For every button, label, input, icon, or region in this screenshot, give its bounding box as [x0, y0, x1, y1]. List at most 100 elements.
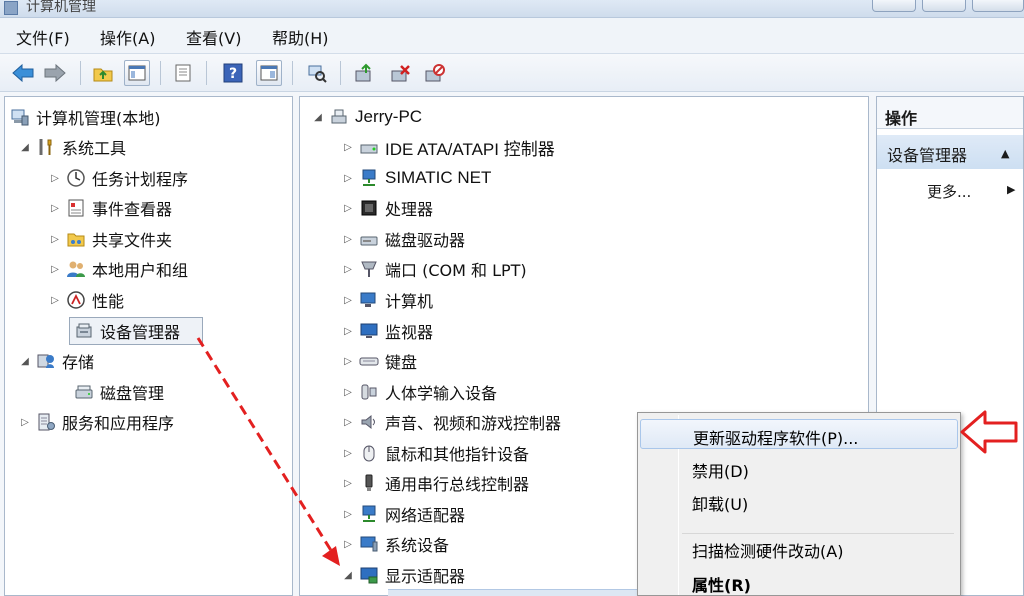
- up-folder-icon[interactable]: [90, 60, 116, 86]
- collapsed-triangle-icon[interactable]: ▷: [342, 538, 354, 550]
- collapse-triangle-icon[interactable]: ▲: [1001, 147, 1009, 160]
- actions-title: 操作: [885, 109, 918, 128]
- tree-item-disk-management[interactable]: 磁盘管理: [69, 377, 164, 407]
- keyboard-icon: [358, 350, 380, 372]
- collapsed-triangle-icon[interactable]: ▷: [19, 416, 31, 428]
- collapsed-triangle-icon[interactable]: ▷: [342, 172, 354, 184]
- collapsed-triangle-icon[interactable]: ▷: [342, 141, 354, 153]
- hid-icon: [358, 381, 380, 403]
- device-category-ide[interactable]: ▷ IDE ATA/ATAPI 控制器: [342, 132, 555, 162]
- collapsed-triangle-icon[interactable]: ▷: [342, 386, 354, 398]
- collapsed-triangle-icon[interactable]: ▷: [49, 172, 61, 184]
- mouse-icon: [358, 442, 380, 464]
- maximize-button[interactable]: [922, 0, 966, 12]
- collapsed-triangle-icon[interactable]: ▷: [49, 263, 61, 275]
- collapsed-triangle-icon[interactable]: ▷: [342, 325, 354, 337]
- device-category-label: 处理器: [385, 200, 434, 219]
- disk-icon: [73, 381, 95, 403]
- export-list-icon[interactable]: [170, 60, 196, 86]
- minimize-button[interactable]: [872, 0, 916, 12]
- collapsed-triangle-icon[interactable]: ▷: [342, 233, 354, 245]
- disable-icon[interactable]: [422, 60, 448, 86]
- menu-item-scan[interactable]: 扫描检测硬件改动(A): [640, 533, 958, 563]
- properties-icon[interactable]: [256, 60, 282, 86]
- device-category-network[interactable]: ▷ 网络适配器: [342, 499, 465, 529]
- monitor-icon: [358, 320, 380, 342]
- device-category-disk-drives[interactable]: ▷ 磁盘驱动器: [342, 224, 465, 254]
- tree-label: 事件查看器: [92, 200, 173, 219]
- actions-more-link[interactable]: 更多...: [927, 181, 971, 202]
- device-category-label: IDE ATA/ATAPI 控制器: [385, 139, 555, 159]
- tree-item-shared-folders[interactable]: ▷ 共享文件夹: [49, 224, 172, 254]
- device-category-sound[interactable]: ▷ 声音、视频和游戏控制器: [342, 407, 561, 437]
- network-icon: [358, 167, 380, 189]
- expanded-triangle-icon[interactable]: ◢: [19, 355, 31, 367]
- collapsed-triangle-icon[interactable]: ▷: [49, 294, 61, 306]
- collapsed-triangle-icon[interactable]: ▷: [342, 355, 354, 367]
- collapsed-triangle-icon[interactable]: ▷: [49, 233, 61, 245]
- collapsed-triangle-icon[interactable]: ▷: [342, 447, 354, 459]
- display-adapter-child-row[interactable]: [388, 589, 638, 596]
- computer-management-icon: [9, 106, 31, 128]
- device-tree-root[interactable]: ◢ Jerry-PC: [312, 102, 422, 132]
- collapsed-triangle-icon[interactable]: ▷: [342, 416, 354, 428]
- tree-item-storage[interactable]: ◢ 存储: [19, 346, 94, 376]
- window-title: 计算机管理: [26, 0, 96, 15]
- usb-icon: [358, 472, 380, 494]
- device-category-system[interactable]: ▷ 系统设备: [342, 529, 449, 559]
- menu-action[interactable]: 操作(A): [100, 25, 155, 49]
- scan-hardware-icon[interactable]: [304, 60, 330, 86]
- clock-icon: [65, 167, 87, 189]
- update-driver-icon[interactable]: [352, 60, 378, 86]
- device-category-mouse[interactable]: ▷ 鼠标和其他指针设备: [342, 438, 529, 468]
- collapsed-triangle-icon[interactable]: ▷: [342, 508, 354, 520]
- menu-view[interactable]: 查看(V): [186, 25, 241, 49]
- help-icon[interactable]: ?: [220, 60, 246, 86]
- tree-item-system-tools[interactable]: ◢ 系统工具: [19, 132, 126, 162]
- device-category-hid[interactable]: ▷ 人体学输入设备: [342, 377, 497, 407]
- collapsed-triangle-icon[interactable]: ▷: [342, 263, 354, 275]
- menu-file[interactable]: 文件(F): [16, 25, 70, 49]
- device-category-usb[interactable]: ▷ 通用串行总线控制器: [342, 468, 529, 498]
- back-arrow-icon[interactable]: [10, 60, 36, 86]
- tree-item-services-apps[interactable]: ▷ 服务和应用程序: [19, 407, 174, 437]
- collapsed-triangle-icon[interactable]: ▷: [342, 294, 354, 306]
- processor-icon: [358, 197, 380, 219]
- forward-arrow-icon[interactable]: [42, 60, 68, 86]
- device-category-keyboard[interactable]: ▷ 键盘: [342, 346, 417, 376]
- device-category-label: 系统设备: [385, 536, 450, 555]
- actions-section[interactable]: 设备管理器 ▲: [877, 135, 1023, 169]
- tree-item-device-manager[interactable]: 设备管理器: [69, 316, 180, 346]
- menu-item-label: 卸载(U): [692, 495, 749, 514]
- device-category-display[interactable]: ◢ 显示适配器: [342, 560, 465, 590]
- computer-icon: [328, 106, 350, 128]
- device-category-computer[interactable]: ▷ 计算机: [342, 285, 433, 315]
- tree-item-root[interactable]: 计算机管理(本地): [7, 102, 161, 132]
- menu-item-uninstall[interactable]: 卸载(U): [640, 486, 958, 516]
- submenu-arrow-icon[interactable]: ▶: [1007, 183, 1015, 196]
- collapsed-triangle-icon[interactable]: ▷: [49, 202, 61, 214]
- device-category-label: 键盘: [385, 353, 418, 372]
- menu-item-properties[interactable]: 属性(R): [640, 567, 958, 596]
- collapsed-triangle-icon[interactable]: ▷: [342, 202, 354, 214]
- close-button[interactable]: [972, 0, 1024, 12]
- collapsed-triangle-icon[interactable]: ▷: [342, 477, 354, 489]
- device-category-monitors[interactable]: ▷ 监视器: [342, 316, 433, 346]
- tree-item-task-scheduler[interactable]: ▷ 任务计划程序: [49, 163, 188, 193]
- uninstall-icon[interactable]: [388, 60, 414, 86]
- show-tree-icon[interactable]: [124, 60, 150, 86]
- device-category-simatic[interactable]: ▷ SIMATIC NET: [342, 163, 491, 193]
- tree-item-performance[interactable]: ▷ 性能: [49, 285, 124, 315]
- expanded-triangle-icon[interactable]: ◢: [342, 569, 354, 581]
- tree-item-event-viewer[interactable]: ▷ 事件查看器: [49, 193, 172, 223]
- menu-item-disable[interactable]: 禁用(D): [640, 453, 958, 483]
- device-category-ports[interactable]: ▷ 端口 (COM 和 LPT): [342, 254, 527, 284]
- expanded-triangle-icon[interactable]: ◢: [312, 111, 324, 123]
- device-category-processor[interactable]: ▷ 处理器: [342, 193, 433, 223]
- menu-item-update-driver[interactable]: 更新驱动程序软件(P)...: [640, 419, 958, 449]
- tree-label: 任务计划程序: [92, 170, 189, 189]
- actions-header: 操作: [877, 97, 1023, 129]
- menu-help[interactable]: 帮助(H): [272, 25, 329, 49]
- expanded-triangle-icon[interactable]: ◢: [19, 141, 31, 153]
- tree-item-local-users[interactable]: ▷ 本地用户和组: [49, 254, 188, 284]
